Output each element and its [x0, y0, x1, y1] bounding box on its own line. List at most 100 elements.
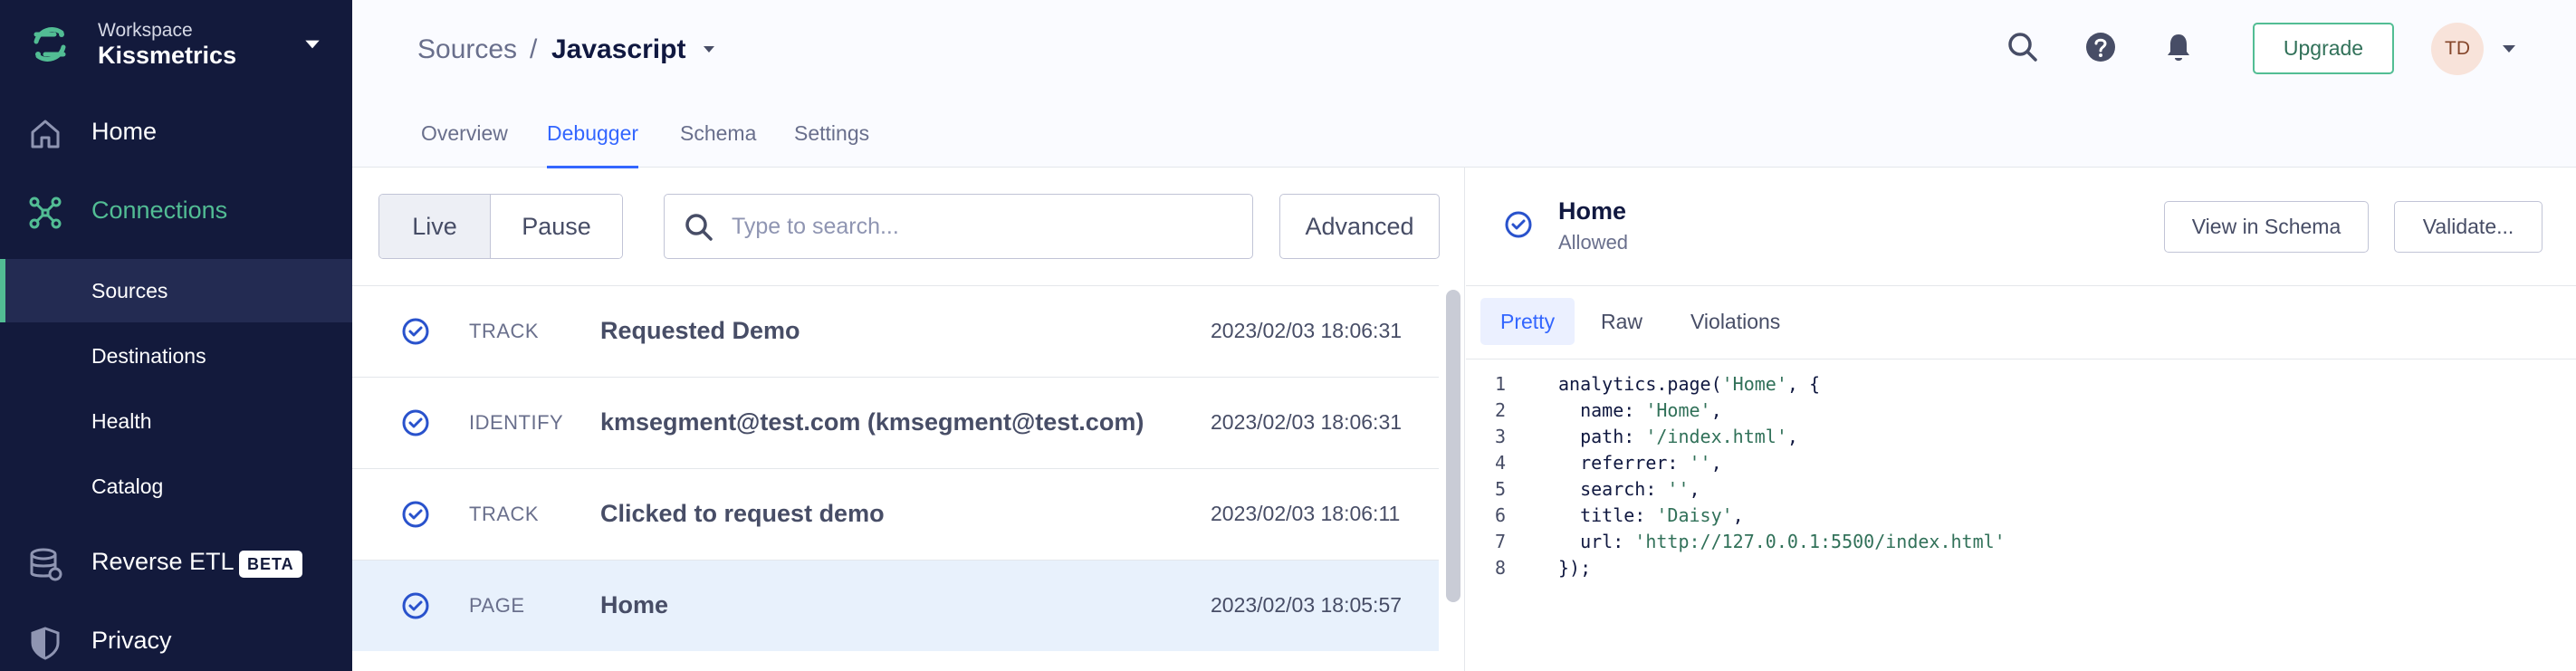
code-string: 'Home'	[1721, 373, 1787, 395]
detail-tabs: Pretty Raw Violations	[1466, 285, 2576, 359]
code-line: 2 name: 'Home',	[1466, 398, 2576, 424]
search-input[interactable]	[732, 204, 1239, 249]
tab-schema[interactable]: Schema	[680, 121, 756, 168]
code-view: 1 analytics.page('Home', { 2 name: 'Home'…	[1466, 371, 2576, 581]
tab-debugger[interactable]: Debugger	[547, 121, 639, 168]
code-text: name:	[1558, 399, 1646, 421]
check-circle-icon	[402, 592, 429, 619]
code-string: 'Home'	[1645, 399, 1711, 421]
search-box	[664, 194, 1253, 259]
shield-icon	[31, 627, 60, 660]
sidebar-item-catalog[interactable]: Catalog	[0, 455, 352, 518]
event-list: TRACK Requested Demo 2023/02/03 18:06:31…	[352, 285, 1439, 651]
line-number: 7	[1495, 531, 1507, 552]
event-time: 2023/02/03 18:06:11	[1211, 502, 1401, 525]
workspace-label: Workspace	[98, 20, 193, 41]
nav-item-privacy[interactable]: Privacy	[0, 607, 352, 671]
sidebar-item-label: Destinations	[91, 344, 206, 368]
sidebar-item-sources[interactable]: Sources	[0, 259, 352, 322]
connections-icon	[29, 197, 62, 229]
tab-pretty[interactable]: Pretty	[1480, 298, 1575, 345]
event-list-panel: Live Pause Advanced TRACK Requested Demo…	[352, 168, 1465, 671]
code-text: ,	[1689, 478, 1700, 500]
code-line: 6 title: 'Daisy',	[1466, 503, 2576, 529]
code-string: '/index.html'	[1645, 426, 1787, 447]
caret-down-icon[interactable]	[2500, 40, 2518, 58]
home-icon	[31, 120, 60, 149]
event-time: 2023/02/03 18:06:31	[1211, 410, 1403, 434]
top-header: Sources / Javascript Upgrade TD Overview…	[352, 0, 2576, 168]
line-number: 5	[1495, 478, 1507, 500]
tab-settings[interactable]: Settings	[794, 121, 869, 168]
line-number: 3	[1495, 426, 1507, 447]
event-type: TRACK	[469, 503, 540, 525]
caret-down-icon	[305, 40, 320, 49]
code-text: path:	[1558, 426, 1646, 447]
breadcrumb-separator: /	[530, 34, 538, 64]
code-line: 8});	[1466, 555, 2576, 581]
table-row[interactable]: TRACK Requested Demo 2023/02/03 18:06:31	[352, 285, 1439, 377]
detail-title: Home	[1558, 197, 1627, 225]
code-text: search:	[1558, 478, 1668, 500]
validate-button[interactable]: Validate...	[2394, 201, 2542, 253]
table-row[interactable]: IDENTIFY kmsegment@test.com (kmsegment@t…	[352, 377, 1439, 468]
line-number: 6	[1495, 504, 1507, 526]
nav-item-home[interactable]: Home	[0, 98, 352, 170]
advanced-button[interactable]: Advanced	[1279, 194, 1440, 259]
event-time: 2023/02/03 18:05:57	[1211, 593, 1403, 617]
event-name: kmsegment@test.com (kmsegment@test.com)	[600, 408, 1144, 436]
sidebar-item-health[interactable]: Health	[0, 389, 352, 453]
sidebar: Workspace Kissmetrics Home Connections S…	[0, 0, 352, 671]
sidebar-item-destinations[interactable]: Destinations	[0, 324, 352, 388]
search-icon[interactable]	[2006, 30, 2040, 64]
nav-label: Privacy	[91, 627, 172, 654]
check-circle-icon	[402, 409, 429, 436]
nav-item-connections[interactable]: Connections	[0, 177, 352, 249]
bell-icon[interactable]	[2161, 30, 2196, 64]
segment-logo-icon	[34, 27, 66, 62]
code-line: 1 analytics.page('Home', {	[1466, 371, 2576, 398]
table-row-selected[interactable]: PAGE Home 2023/02/03 18:05:57	[352, 560, 1439, 651]
event-type: PAGE	[469, 594, 525, 617]
view-in-schema-button[interactable]: View in Schema	[2164, 201, 2369, 253]
line-number: 1	[1495, 373, 1507, 395]
tab-violations[interactable]: Violations	[1671, 298, 1800, 345]
code-text: });	[1558, 557, 1592, 579]
workspace-name: Kissmetrics	[98, 42, 237, 69]
upgrade-button[interactable]: Upgrade	[2253, 23, 2394, 74]
avatar[interactable]: TD	[2431, 23, 2484, 75]
code-text: referrer:	[1558, 452, 1690, 474]
database-icon	[30, 548, 62, 581]
table-row[interactable]: TRACK Clicked to request demo 2023/02/03…	[352, 468, 1439, 560]
caret-down-icon[interactable]	[700, 40, 718, 58]
help-icon[interactable]	[2083, 30, 2118, 64]
tab-overview[interactable]: Overview	[421, 121, 508, 168]
event-time: 2023/02/03 18:06:31	[1211, 319, 1403, 342]
nav-label: Home	[91, 118, 158, 145]
breadcrumb-sources[interactable]: Sources	[417, 34, 517, 65]
beta-badge: BETA	[239, 551, 302, 578]
code-text: url:	[1558, 531, 1635, 552]
line-number: 4	[1495, 452, 1507, 474]
nav-item-reverse-etl[interactable]: Reverse ETL BETA	[0, 528, 352, 600]
event-type: TRACK	[469, 320, 540, 342]
workspace-switcher[interactable]: Workspace Kissmetrics	[0, 0, 352, 91]
code-text: ,	[1732, 504, 1744, 526]
live-pause-toggle: Live Pause	[378, 194, 623, 259]
code-line: 5 search: '',	[1466, 476, 2576, 503]
tab-raw[interactable]: Raw	[1581, 298, 1662, 345]
scrollbar-thumb[interactable]	[1446, 290, 1460, 602]
detail-status: Allowed	[1558, 231, 1629, 254]
nav-label: Connections	[91, 197, 228, 224]
live-button[interactable]: Live	[379, 195, 490, 258]
line-number: 8	[1495, 557, 1507, 579]
sidebar-item-label: Catalog	[91, 474, 164, 498]
code-string: ''	[1689, 452, 1711, 474]
code-text: , {	[1786, 373, 1820, 395]
nav-label: Reverse ETL	[91, 548, 235, 575]
sidebar-item-label: Health	[91, 409, 152, 433]
line-number: 2	[1495, 399, 1507, 421]
code-text: title:	[1558, 504, 1657, 526]
pause-button[interactable]: Pause	[490, 195, 622, 258]
event-type: IDENTIFY	[469, 411, 564, 434]
